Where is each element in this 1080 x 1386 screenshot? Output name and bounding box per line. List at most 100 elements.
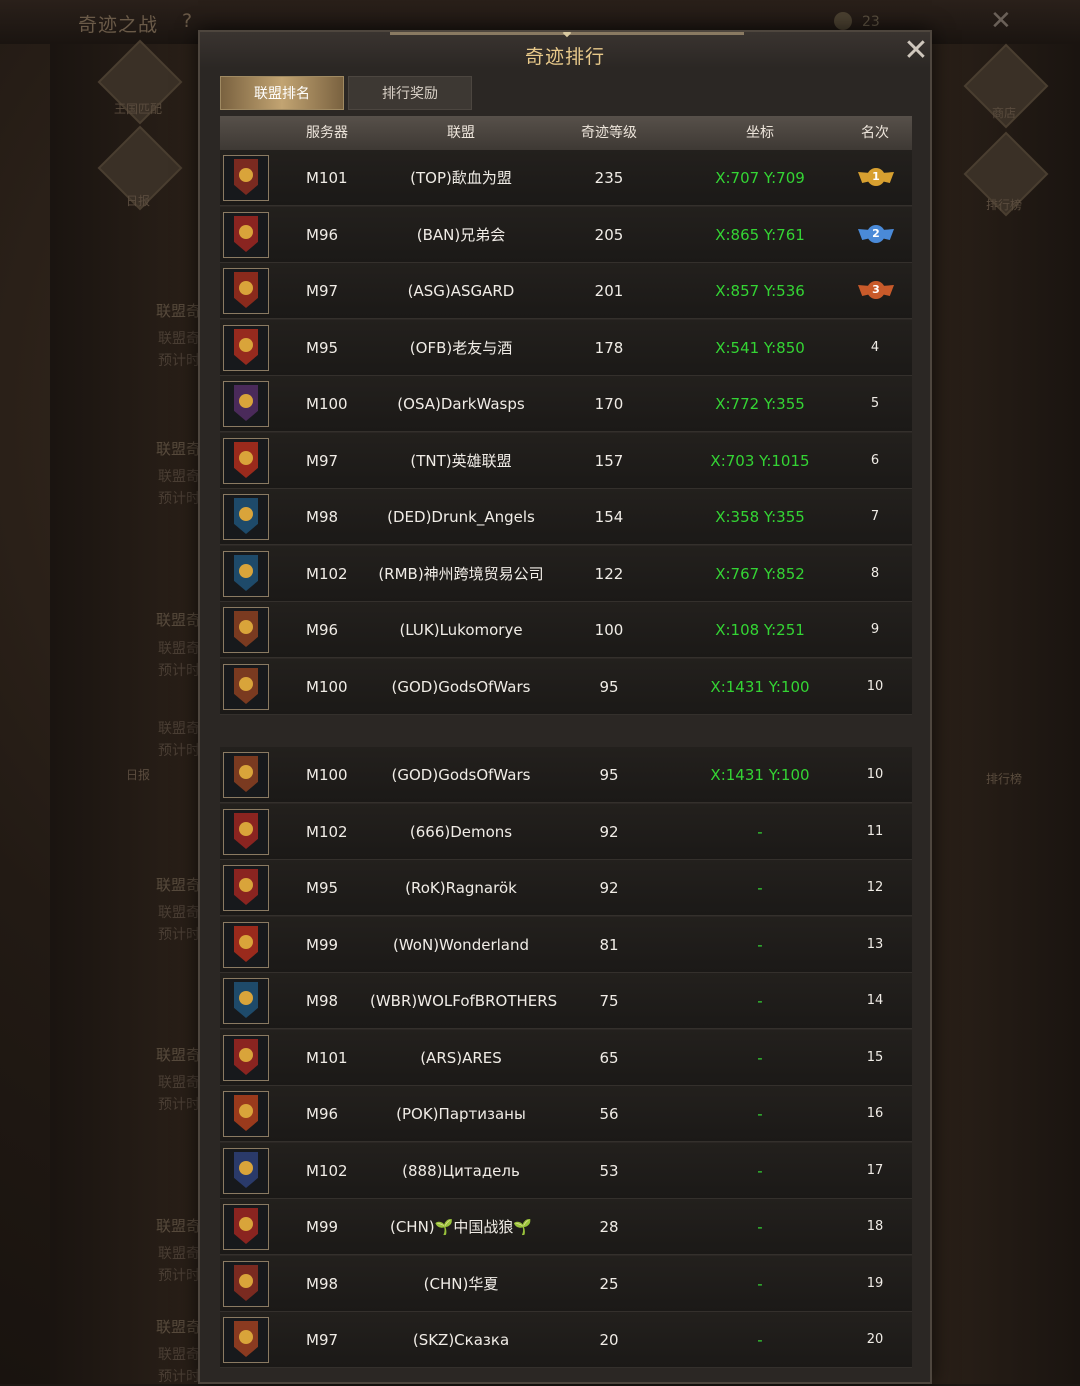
coordinates-cell[interactable]: X:857 Y:536 <box>666 263 854 319</box>
table-row[interactable]: M97 (ASG)ASGARD 201 X:857 Y:536 3 <box>220 263 912 319</box>
table-row[interactable]: M102 (RMB)神州跨境贸易公司 122 X:767 Y:852 8 <box>220 546 912 602</box>
alliance-emblem-icon <box>223 155 269 201</box>
rank-cell: 20 <box>866 1332 884 1347</box>
table-row[interactable]: M97 (TNT)英雄联盟 157 X:703 Y:1015 6 <box>220 433 912 489</box>
coordinates-cell[interactable]: X:772 Y:355 <box>666 376 854 432</box>
server-cell: M100 <box>306 678 348 696</box>
coordinates-cell[interactable]: X:108 Y:251 <box>666 602 854 658</box>
wonder-level-cell: 56 <box>599 1105 619 1123</box>
emblem-crest <box>239 1104 253 1118</box>
medal-badge: 2 <box>858 224 894 246</box>
server-cell: M96 <box>306 1105 339 1123</box>
wonder-level-cell: 92 <box>599 879 619 897</box>
server-cell: M102 <box>306 1162 348 1180</box>
server-cell: M100 <box>306 395 348 413</box>
alliance-name-cell: (888)Цитадель <box>402 1162 520 1180</box>
coordinates-cell[interactable]: X:1431 Y:100 <box>666 747 854 803</box>
table-row[interactable]: M98 (DED)Drunk_Angels 154 X:358 Y:355 7 <box>220 489 912 545</box>
server-cell: M100 <box>306 766 348 784</box>
rank-cell: 11 <box>866 824 884 839</box>
medal-badge: 1 <box>858 167 894 189</box>
rank-cell: 6 <box>870 453 880 468</box>
wonder-level-cell: 65 <box>599 1049 619 1067</box>
wonder-level-cell: 178 <box>594 339 624 357</box>
coordinates-cell[interactable]: X:1431 Y:100 <box>666 659 854 715</box>
daily-report-label: 日报 <box>125 194 150 208</box>
alliance-name-cell: (TOP)歃血为盟 <box>410 169 512 187</box>
wonder-level-cell: 154 <box>594 508 624 526</box>
alliance-name-cell: (RMB)神州跨境贸易公司 <box>378 565 544 583</box>
alliance-name-cell: (CHN)🌱中国战狼🌱 <box>389 1218 533 1236</box>
rank-medal-icon: 1 <box>842 150 908 206</box>
coordinates-cell[interactable]: X:358 Y:355 <box>666 489 854 545</box>
server-cell: M102 <box>306 565 348 583</box>
coordinates-cell[interactable]: X:703 Y:1015 <box>666 433 854 489</box>
table-row[interactable]: M96 (LUK)Lukomorye 100 X:108 Y:251 9 <box>220 602 912 658</box>
tab-ranking-rewards[interactable]: 排行奖励 <box>348 76 472 110</box>
rank-cell: 10 <box>866 767 884 782</box>
table-header: 服务器 联盟 奇迹等级 坐标 名次 <box>220 116 912 150</box>
wonder-level-cell: 75 <box>599 992 619 1010</box>
table-row[interactable]: M99 (WoN)Wonderland 81 - 13 <box>220 917 912 973</box>
emblem-crest <box>239 1274 253 1288</box>
table-row[interactable]: M95 (OFB)老友与酒 178 X:541 Y:850 4 <box>220 320 912 376</box>
table-row[interactable]: M95 (RoK)Ragnarök 92 - 12 <box>220 860 912 916</box>
table-row[interactable]: M100 (GOD)GodsOfWars 95 X:1431 Y:100 10 <box>220 659 912 715</box>
ghost-alliance: 联盟奇 <box>158 1347 200 1363</box>
coordinates-cell[interactable]: X:767 Y:852 <box>666 546 854 602</box>
server-cell: M101 <box>306 1049 348 1067</box>
ghost-alliance: 联盟奇 <box>156 876 202 894</box>
close-icon[interactable]: ✕ <box>902 36 930 66</box>
wonder-level-cell: 170 <box>594 395 624 413</box>
wonder-level-cell: 235 <box>594 169 624 187</box>
table-row[interactable]: M99 (CHN)🌱中国战狼🌱 28 - 18 <box>220 1199 912 1255</box>
emblem-crest <box>239 935 253 949</box>
rank-cell: 14 <box>866 993 884 1008</box>
rank-cell: 16 <box>866 1106 884 1121</box>
rank-cell: 17 <box>866 1163 884 1178</box>
alliance-name-cell: (TNT)英雄联盟 <box>410 452 512 470</box>
tab-alliance-ranking[interactable]: 联盟排名 <box>220 76 344 110</box>
wonder-level-cell: 100 <box>594 621 624 639</box>
table-row[interactable]: M100 (GOD)GodsOfWars 95 X:1431 Y:100 10 <box>220 747 912 803</box>
wonder-level-cell: 53 <box>599 1162 619 1180</box>
alliance-name-cell: (ASG)ASGARD <box>407 282 515 300</box>
emblem-crest <box>239 507 253 521</box>
table-row[interactable]: M100 (OSA)DarkWasps 170 X:772 Y:355 5 <box>220 376 912 432</box>
rank-number: 3 <box>867 281 885 299</box>
table-row[interactable]: M101 (ARS)ARES 65 - 15 <box>220 1030 912 1086</box>
background-left-menu: 王国匹配 日报 日报 <box>50 39 200 1384</box>
table-row[interactable]: M96 (BAN)兄弟会 205 X:865 Y:761 2 <box>220 207 912 263</box>
leaderboard-label: 排行榜 <box>985 198 1022 212</box>
table-row[interactable]: M102 (888)Цитадель 53 - 17 <box>220 1143 912 1199</box>
rank-medal-icon: 2 <box>842 207 908 263</box>
alliance-name-cell: (RoK)Ragnarök <box>405 879 517 897</box>
table-row[interactable]: M98 (WBR)WOLFofBROTHERS 75 - 14 <box>220 973 912 1029</box>
table-row[interactable]: M101 (TOP)歃血为盟 235 X:707 Y:709 1 <box>220 150 912 206</box>
coordinates-cell: - <box>757 1105 763 1123</box>
alliance-emblem-icon <box>223 664 269 710</box>
table-row[interactable]: M96 (POK)Партизаны 56 - 16 <box>220 1086 912 1142</box>
table-row[interactable]: M98 (CHN)华夏 25 - 19 <box>220 1256 912 1312</box>
help-icon[interactable]: ? <box>182 10 192 32</box>
emblem-crest <box>239 564 253 578</box>
table-row[interactable]: M97 (SKZ)Сказка 20 - 20 <box>220 1312 912 1368</box>
emblem-crest <box>239 1161 253 1175</box>
wonder-level-cell: 122 <box>594 565 624 583</box>
coordinates-cell: - <box>757 1331 763 1349</box>
emblem-crest <box>239 677 253 691</box>
coordinates-cell[interactable]: X:541 Y:850 <box>666 320 854 376</box>
alliance-emblem-icon <box>223 438 269 484</box>
table-row[interactable]: M102 (666)Demons 92 - 11 <box>220 804 912 860</box>
coordinates-cell[interactable]: X:865 Y:761 <box>666 207 854 263</box>
rank-cell: 8 <box>870 566 880 581</box>
rank-cell: 12 <box>866 880 884 895</box>
rank-cell: 7 <box>870 509 880 524</box>
background-close-icon[interactable]: ✕ <box>990 6 1012 36</box>
rank-number: 2 <box>867 225 885 243</box>
wonder-level-cell: 25 <box>599 1275 619 1293</box>
coordinates-cell[interactable]: X:707 Y:709 <box>666 150 854 206</box>
server-cell: M99 <box>306 1218 339 1236</box>
alliance-name-cell: (GOD)GodsOfWars <box>391 678 531 696</box>
alliance-emblem-icon <box>223 922 269 968</box>
